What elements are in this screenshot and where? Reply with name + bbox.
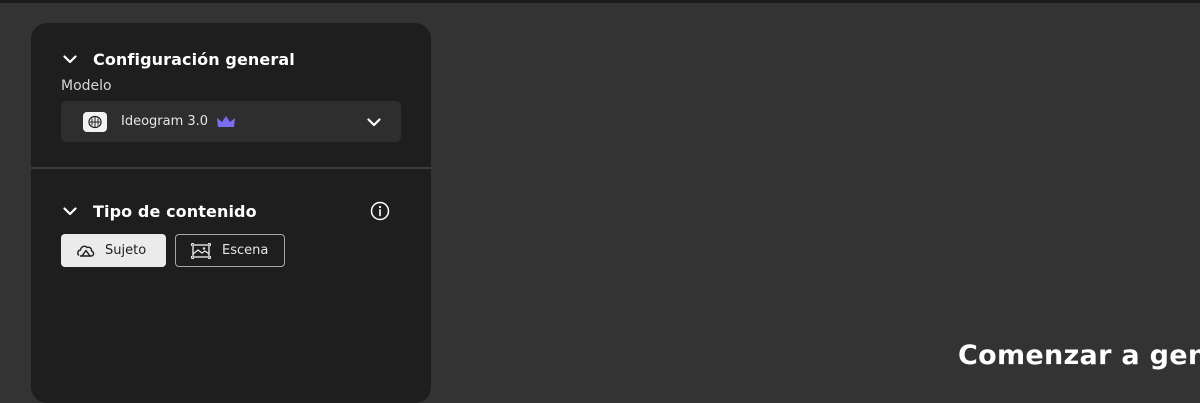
scene-option-button[interactable]: Escena	[175, 234, 285, 267]
subject-option-button[interactable]: Sujeto	[61, 234, 166, 267]
model-name: Ideogram 3.0	[121, 114, 209, 129]
ideogram-logo-icon	[83, 111, 107, 132]
chevron-down-icon[interactable]	[61, 202, 79, 220]
chevron-down-icon[interactable]	[61, 50, 79, 68]
main-heading: Comenzar a gen	[958, 340, 1200, 371]
section-title: Tipo de contenido	[93, 201, 257, 221]
chevron-down-icon[interactable]	[365, 113, 383, 131]
section-title: Configuración general	[93, 49, 295, 69]
scene-option-label: Escena	[222, 243, 269, 258]
model-select-dropdown[interactable]: Ideogram 3.0	[61, 101, 401, 142]
content-type-header[interactable]: Tipo de contenido	[61, 200, 257, 222]
section-divider	[31, 167, 431, 169]
subject-option-label: Sujeto	[105, 243, 147, 258]
subject-shape-icon	[75, 242, 97, 260]
top-bar	[0, 0, 1200, 3]
model-label: Modelo	[61, 78, 112, 94]
general-config-header[interactable]: Configuración general	[61, 48, 295, 70]
scene-image-icon	[190, 242, 212, 260]
crown-icon	[216, 115, 236, 129]
settings-panel: Configuración general Modelo Ideogram 3.…	[31, 23, 431, 403]
info-icon[interactable]	[369, 200, 391, 222]
